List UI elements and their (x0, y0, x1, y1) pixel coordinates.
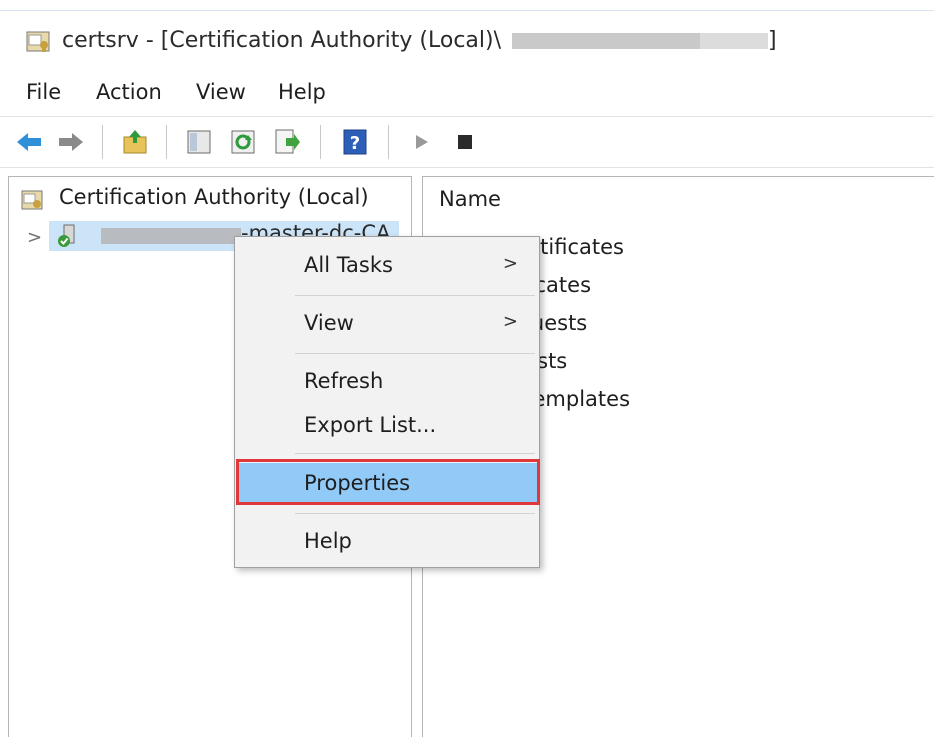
window-title-end: ] (768, 28, 777, 53)
toolbar-separator (166, 125, 167, 159)
redacted-ca-name (101, 228, 241, 244)
context-menu-help[interactable]: Help (236, 521, 538, 561)
ca-server-icon (58, 224, 75, 247)
context-menu-all-tasks[interactable]: All Tasks > (236, 245, 538, 285)
context-menu-export-list[interactable]: Export List... (236, 405, 538, 445)
submenu-arrow-icon: > (502, 311, 518, 332)
tree-root-label: Certification Authority (Local) (59, 185, 369, 209)
context-menu-separator (295, 453, 535, 454)
tree-expander-chevron-icon[interactable]: > (27, 227, 42, 248)
properties-annotation-box (236, 459, 540, 505)
help-icon[interactable]: ? (340, 127, 370, 157)
menu-view[interactable]: View (196, 80, 246, 104)
context-menu-view[interactable]: View > (236, 303, 538, 343)
svg-text:?: ? (350, 133, 360, 154)
toolbar-separator (320, 125, 321, 159)
context-menu: All Tasks > View > Refresh Export List..… (234, 236, 540, 568)
context-menu-separator (295, 295, 535, 296)
context-menu-separator (295, 513, 535, 514)
forward-arrow-icon[interactable] (56, 127, 86, 157)
export-list-icon[interactable] (272, 127, 302, 157)
menu-action[interactable]: Action (96, 80, 162, 104)
certsrv-app-icon (26, 31, 50, 52)
stop-service-icon[interactable] (450, 127, 480, 157)
context-menu-refresh[interactable]: Refresh (236, 361, 538, 401)
toolbar: ? (0, 116, 934, 168)
title-bar: certsrv - [Certification Authority (Loca… (0, 0, 934, 78)
context-menu-separator (295, 353, 535, 354)
menu-bar: File Action View Help (0, 78, 934, 114)
certification-authority-icon (21, 190, 43, 210)
back-arrow-icon[interactable] (14, 127, 44, 157)
menu-file[interactable]: File (26, 80, 61, 104)
show-hide-console-tree-icon[interactable] (184, 127, 214, 157)
up-folder-icon[interactable] (120, 127, 150, 157)
column-header-name[interactable]: Name (439, 187, 501, 211)
refresh-icon[interactable] (228, 127, 258, 157)
toolbar-separator (102, 125, 103, 159)
start-service-icon[interactable] (406, 127, 436, 157)
toolbar-separator (388, 125, 389, 159)
window-title: certsrv - [Certification Authority (Loca… (62, 28, 502, 53)
redacted-title-text-2 (700, 33, 768, 49)
submenu-arrow-icon: > (502, 253, 518, 274)
menu-help[interactable]: Help (278, 80, 326, 104)
window-top-border (0, 10, 934, 11)
